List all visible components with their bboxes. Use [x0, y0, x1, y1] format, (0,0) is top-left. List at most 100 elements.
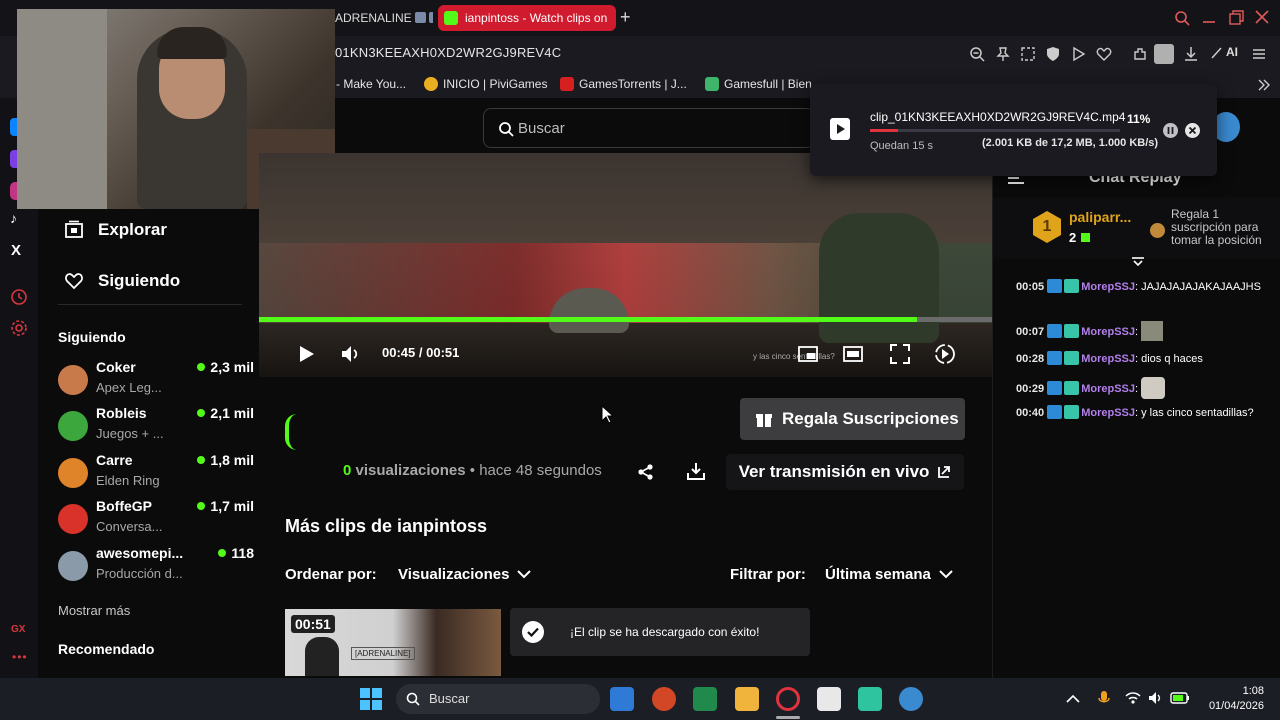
avatar [58, 411, 88, 441]
curtain-shape [17, 9, 107, 209]
play-icon[interactable] [1070, 46, 1086, 62]
shield-icon[interactable] [1045, 46, 1061, 62]
url-field[interactable]: 01KN3KEEAXH0XD2WR2GJ9REV4C [335, 45, 561, 60]
chat-message: 00:28 MorepSSJ: dios q haces [1016, 351, 1203, 365]
restore-icon[interactable] [1229, 10, 1244, 25]
tiktok-icon[interactable]: ♪ [10, 210, 17, 226]
nav-siguiendo[interactable]: Siguiendo [64, 271, 180, 291]
video-player[interactable]: 00:45 / 00:51 y las cinco sentadillas? [259, 153, 992, 377]
view-count: 0 visualizaciones • hace 48 segundos [343, 462, 602, 479]
avatar [58, 458, 88, 488]
viewer-count: 118 [218, 545, 254, 561]
bookmark-item[interactable]: Gamesfull | Bien [705, 77, 812, 91]
pause-icon[interactable] [1163, 123, 1178, 138]
channel-item-awesomepi[interactable]: awesomepi... Producción d... 118 [58, 545, 256, 589]
clock[interactable]: 1:08 01/04/2026 [1198, 684, 1264, 714]
expand-icon[interactable] [1131, 256, 1145, 266]
fullscreen-icon[interactable] [889, 343, 911, 365]
plus-icon[interactable]: + [620, 6, 640, 28]
filter-dropdown[interactable]: Última semana [813, 558, 965, 590]
taskbar-search[interactable]: Buscar [396, 684, 600, 714]
tab-active-ianpintoss[interactable]: ianpintoss - Watch clips on [438, 5, 616, 31]
compass-icon [65, 220, 83, 238]
download-icon[interactable] [1183, 46, 1199, 62]
pip-icon[interactable] [797, 343, 819, 365]
download-detail: (2.001 KB de 17,2 MB, 1.000 KB/s) [982, 137, 1159, 149]
opera-gx-icon[interactable] [776, 687, 800, 711]
close-icon[interactable] [1255, 10, 1269, 24]
search-input[interactable]: Buscar [483, 108, 815, 148]
nav-explorar[interactable]: Explorar [64, 220, 167, 240]
wifi-icon[interactable] [1125, 691, 1141, 705]
snapshot-icon[interactable] [1020, 46, 1036, 62]
excel-app-icon[interactable] [693, 687, 717, 711]
show-more-link[interactable]: Mostrar más [58, 603, 130, 618]
gift-subs-button[interactable]: Regala Suscripciones [740, 398, 965, 440]
app-icon[interactable] [899, 687, 923, 711]
tab-adrenaline[interactable]: ADRENALINE [335, 7, 433, 29]
play-icon[interactable] [295, 343, 317, 365]
theater-mode-icon[interactable] [842, 343, 864, 365]
profile-avatar[interactable] [1154, 44, 1174, 64]
settings-icon[interactable] [10, 319, 28, 337]
channel-item-robleis[interactable]: Robleis Juegos + ... 2,1 mil [58, 405, 256, 449]
video-progress-bar[interactable] [259, 317, 992, 322]
viewer-count: 2,3 mil [197, 359, 254, 375]
channel-item-carre[interactable]: Carre Elden Ring 1,8 mil [58, 452, 256, 496]
pivigames-icon [424, 77, 438, 91]
search-icon[interactable] [1174, 10, 1190, 26]
badge-icon [1064, 351, 1080, 365]
pin-icon[interactable] [995, 46, 1011, 62]
bookmark-item[interactable]: INICIO | PiviGames [424, 77, 547, 91]
battery-icon[interactable] [1170, 692, 1190, 704]
history-icon[interactable] [10, 288, 28, 306]
search-icon [406, 692, 420, 706]
file-explorer-icon[interactable] [735, 687, 759, 711]
video-time: 00:45 / 00:51 [382, 345, 460, 360]
extensions-icon[interactable] [1132, 46, 1148, 62]
more-icon[interactable]: ••• [12, 650, 28, 664]
speed-icon[interactable] [934, 343, 956, 365]
microphone-icon[interactable] [1098, 690, 1110, 708]
video-frame-thermos [819, 213, 939, 343]
gx-icon[interactable]: GX [11, 624, 25, 635]
cancel-download-icon[interactable] [1185, 123, 1200, 138]
minimize-icon[interactable] [1202, 10, 1216, 26]
channel-item-coker[interactable]: Coker Apex Leg... 2,3 mil [58, 359, 256, 403]
chat-message: 00:29 MorepSSJ: [1016, 377, 1261, 399]
menu-icon[interactable] [1251, 46, 1267, 62]
wand-icon [1211, 47, 1222, 59]
windows-start-icon[interactable] [360, 688, 382, 710]
share-icon[interactable] [637, 463, 655, 481]
badge-icon [1064, 405, 1080, 419]
tab-icon [415, 12, 427, 23]
volume-icon[interactable] [1148, 691, 1164, 705]
watch-live-button[interactable]: Ver transmisión en vivo [726, 454, 964, 490]
download-filename[interactable]: clip_01KN3KEEAXH0XD2WR2GJ9REV4C.mp4 [870, 110, 1125, 124]
badge-icon [1064, 279, 1080, 293]
heart-icon[interactable] [1096, 46, 1112, 62]
gifter-name[interactable]: paliparr... [1069, 209, 1131, 225]
clip-thumbnail[interactable]: 00:51 [ADRENALINE] [285, 609, 501, 676]
word-app-icon[interactable] [610, 687, 634, 711]
zoom-icon[interactable] [969, 46, 985, 62]
powerpoint-app-icon[interactable] [652, 687, 676, 711]
ai-button[interactable]: AI [1211, 45, 1238, 59]
recommended-heading: Recomendado [58, 641, 155, 657]
live-dot-icon [197, 409, 206, 417]
volume-icon[interactable] [339, 343, 361, 365]
sort-dropdown[interactable]: Visualizaciones [386, 558, 543, 590]
bookmark-item[interactable]: - Make You... [336, 77, 406, 91]
download-clip-icon[interactable] [686, 461, 706, 481]
filter-label: Filtrar por: [730, 566, 806, 583]
capture-app-icon[interactable] [817, 687, 841, 711]
clip-duration: 00:51 [291, 615, 335, 633]
mouse-cursor-icon [601, 405, 615, 424]
chevron-right-icon[interactable] [1257, 78, 1271, 92]
bookmark-item[interactable]: GamesTorrents | J... [560, 77, 687, 91]
channel-sidebar: Explorar Siguiendo Siguiendo Coker Apex … [38, 209, 256, 678]
channel-item-boffegp[interactable]: BoffeGP Conversa... 1,7 mil [58, 498, 256, 542]
x-icon[interactable]: X [11, 242, 21, 259]
chevron-up-icon[interactable] [1066, 694, 1080, 704]
discord-app-icon[interactable] [858, 687, 882, 711]
